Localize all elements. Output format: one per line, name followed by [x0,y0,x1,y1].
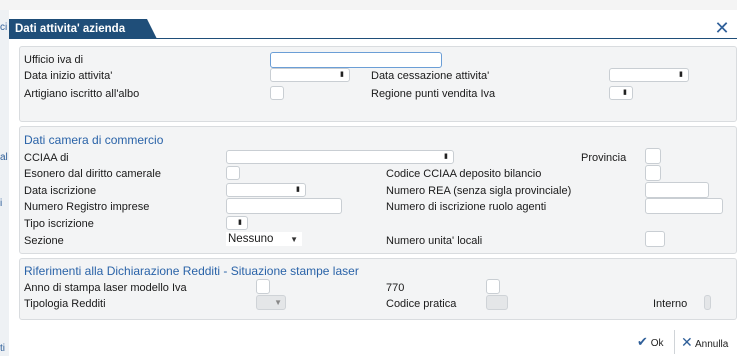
tipologia-redditi-label: Tipologia Redditi [24,298,106,310]
title-underline [9,38,737,39]
ufficio-iva-input[interactable] [270,52,442,68]
tipologia-redditi-select[interactable]: ▼ [256,295,286,310]
anno-stampa-checkbox[interactable] [256,279,270,294]
data-cessazione-label: Data cessazione attivita' [371,70,490,82]
tipo-iscrizione-input[interactable]: ▮ [226,216,248,230]
numero-unita-input[interactable] [645,231,665,247]
data-iscrizione-label: Data iscrizione [24,185,97,197]
background-text-fragment: ti [0,343,5,354]
label-770: 770 [386,282,405,294]
data-iscrizione-input[interactable]: ▮ [226,183,306,197]
numero-rea-input[interactable] [645,182,709,198]
esonero-label: Esonero dal diritto camerale [24,168,161,180]
close-icon[interactable]: ✕ [714,19,730,37]
interno-label: Interno [653,298,688,310]
artigiano-label: Artigiano iscritto all'albo [24,88,140,100]
numero-registro-input[interactable] [226,198,342,214]
codice-cciaa-label: Codice CCIAA deposito bilancio [386,168,542,180]
footer-toolbar: ✔ Ok ✕ Annulla [631,330,737,354]
numero-rea-label: Numero REA (senza sigla provinciale) [386,185,572,197]
data-cessazione-input[interactable]: ▮ [609,68,689,82]
numero-registro-label: Numero Registro imprese [24,201,150,213]
dialog-title: Dati attivita' azienda [9,19,157,39]
annulla-button[interactable]: ✕ Annulla [681,330,728,354]
list-icon[interactable]: ▮ [623,89,628,97]
calendar-icon[interactable]: ▮ [679,71,684,79]
ufficio-iva-label: Ufficio iva di [24,54,84,66]
provincia-label: Provincia [581,152,627,164]
anno-stampa-label: Anno di stampa laser modello Iva [24,282,187,294]
ok-label: Ok [650,338,664,349]
toolbar-separator [674,330,675,354]
codice-pratica-input [486,295,508,310]
artigiano-checkbox[interactable] [270,86,284,100]
codice-pratica-label: Codice pratica [386,298,457,310]
list-icon[interactable]: ▮ [444,153,449,161]
background-text-fragment: ci [0,22,8,33]
sezione-select[interactable]: Nessuno ▼ [226,232,302,246]
numero-ruolo-input[interactable] [645,198,723,214]
esonero-checkbox[interactable] [226,166,240,180]
data-inizio-input[interactable]: ▮ [270,68,350,82]
tipo-iscrizione-label: Tipo iscrizione [24,218,94,230]
checkmark-icon: ✔ [637,334,648,349]
sezione-select-value: Nessuno [228,233,274,245]
cancel-x-icon: ✕ [681,334,693,350]
list-icon[interactable]: ▮ [238,219,243,227]
data-inizio-label: Data inizio attivita' [24,70,113,82]
interno-input [704,295,711,310]
section-camera-commercio-title: Dati camera di commercio [24,133,164,147]
background-text-fragment: i [0,198,3,209]
checkbox-770[interactable] [486,279,500,294]
calendar-icon[interactable]: ▮ [340,71,345,79]
cciaa-input[interactable]: ▮ [226,150,454,164]
background-text-fragment: al [0,152,8,163]
codice-cciaa-input[interactable] [645,165,661,181]
provincia-input[interactable] [645,148,661,164]
calendar-icon[interactable]: ▮ [296,186,301,194]
numero-ruolo-label: Numero di iscrizione ruolo agenti [386,201,547,213]
numero-unita-label: Numero unita' locali [386,235,483,247]
annulla-label: Annulla [694,339,729,350]
sezione-label: Sezione [24,235,64,247]
regione-label: Regione punti vendita Iva [371,88,496,100]
regione-input[interactable]: ▮ [609,86,633,100]
chevron-down-icon: ▼ [274,298,282,307]
ok-button[interactable]: ✔ Ok [637,330,663,354]
chevron-down-icon[interactable]: ▼ [290,233,298,247]
cciaa-label: CCIAA di [24,152,69,164]
section-dichiarazione-title: Riferimenti alla Dichiarazione Redditi -… [24,264,359,278]
